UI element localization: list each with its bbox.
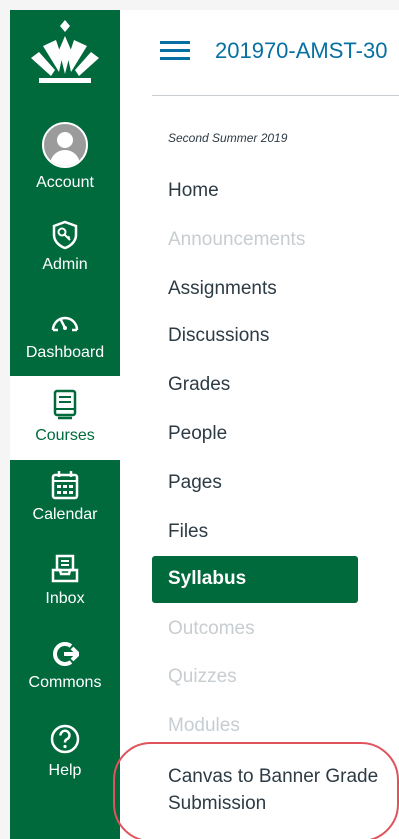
canvas-lms-window: Account Admin Dashboard Courses Calendar… xyxy=(0,0,399,839)
course-nav-canvas-to-banner-grade-submission[interactable]: Canvas to Banner Grade Submission xyxy=(168,763,388,817)
nav-label-inbox: Inbox xyxy=(45,590,85,607)
shield-key-icon xyxy=(52,220,78,250)
nav-item-calendar[interactable]: Calendar xyxy=(10,470,120,542)
inbox-icon xyxy=(51,554,79,583)
course-nav-syllabus-label: Syllabus xyxy=(168,568,247,589)
book-icon xyxy=(53,389,77,420)
nav-label-account: Account xyxy=(36,174,94,191)
nav-item-admin[interactable]: Admin xyxy=(10,220,120,292)
course-nav-outcomes: Outcomes xyxy=(168,618,255,639)
calendar-icon xyxy=(51,471,79,500)
course-nav-grades[interactable]: Grades xyxy=(168,374,230,396)
help-circle-icon xyxy=(50,724,80,754)
commons-arrow-icon xyxy=(53,642,79,666)
course-nav-pages[interactable]: Pages xyxy=(168,472,222,494)
breadcrumb-course[interactable]: 201970-AMST-30 xyxy=(215,38,399,64)
course-nav-quizzes: Quizzes xyxy=(168,666,237,687)
course-nav-syllabus[interactable]: Syllabus xyxy=(152,556,358,603)
top-margin xyxy=(0,0,399,10)
course-term: Second Summer 2019 xyxy=(168,131,288,145)
header-divider xyxy=(152,95,399,96)
course-nav-people[interactable]: People xyxy=(168,423,227,445)
course-nav-discussions[interactable]: Discussions xyxy=(168,325,269,347)
nav-label-commons: Commons xyxy=(28,674,102,691)
course-nav-files[interactable]: Files xyxy=(168,521,208,543)
course-nav-modules: Modules xyxy=(168,715,240,736)
global-navigation: Account Admin Dashboard Courses Calendar… xyxy=(10,10,120,839)
course-nav-home[interactable]: Home xyxy=(168,180,219,202)
course-nav-assignments[interactable]: Assignments xyxy=(168,278,277,300)
user-avatar-icon xyxy=(42,122,88,168)
nav-label-help: Help xyxy=(48,762,82,779)
nav-item-commons[interactable]: Commons xyxy=(10,640,120,712)
nav-item-dashboard[interactable]: Dashboard xyxy=(10,306,120,378)
course-nav-announcements: Announcements xyxy=(168,229,306,250)
left-margin xyxy=(0,0,10,839)
hamburger-icon[interactable] xyxy=(160,41,190,61)
speedometer-icon xyxy=(51,316,79,332)
nav-item-courses[interactable]: Courses xyxy=(10,376,120,460)
university-crest-icon[interactable] xyxy=(29,18,101,90)
nav-item-inbox[interactable]: Inbox xyxy=(10,554,120,626)
nav-label-courses: Courses xyxy=(35,427,95,444)
nav-item-account[interactable]: Account xyxy=(10,122,120,202)
nav-label-dashboard: Dashboard xyxy=(25,344,105,361)
nav-label-calendar: Calendar xyxy=(32,506,98,523)
nav-label-admin: Admin xyxy=(42,256,88,273)
nav-item-help[interactable]: Help xyxy=(10,724,120,796)
